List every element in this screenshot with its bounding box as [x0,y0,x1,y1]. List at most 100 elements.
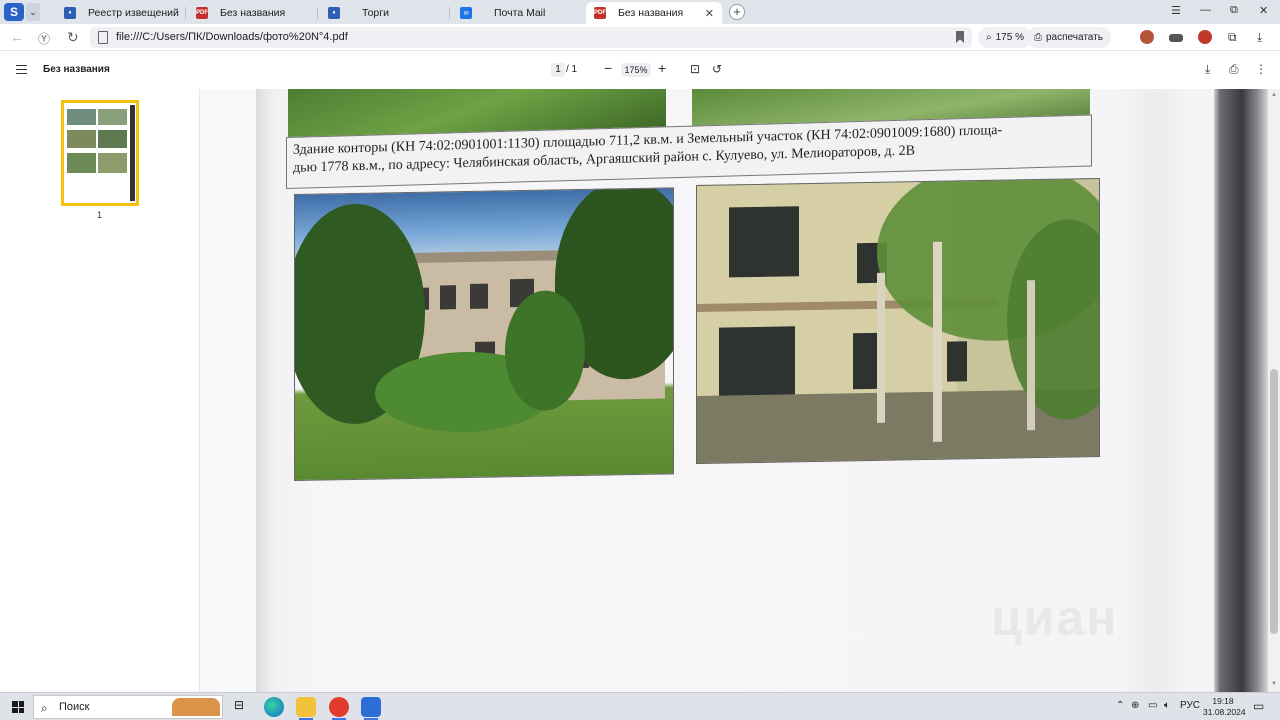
thumbnail-edge [130,105,135,201]
pdf-toolbar: Без названия 1 / 1 − 175% + ⊡ ↺ ⤓ ⎙ ⋮ [0,51,1280,89]
tab-pdf-active[interactable]: PDF Без названия ✕ [586,2,722,24]
page-thumbnail[interactable] [61,100,139,206]
search-label: Поиск [59,701,90,713]
zoom-indicator[interactable]: ⌕ 175 % [978,27,1032,48]
bookmark-icon[interactable] [956,31,964,43]
thumbnail-photo [98,130,127,148]
file-explorer-icon[interactable] [296,697,316,720]
thumbnail-photo [98,109,127,125]
clock-date: 31.08.2024 [1203,707,1246,717]
tab-pdf-1[interactable]: PDF Без названия [188,2,318,24]
fit-page-icon[interactable]: ⊡ [690,62,700,76]
cian-watermark: циан [991,590,1119,646]
tab-label: Реестр извещений [88,7,179,19]
print-label: распечатать [1046,32,1103,43]
volume-icon[interactable]: 🔈︎ [1164,700,1170,711]
windows-taskbar: ⌕ Поиск ⊟ ⌃ ⊕ ▭ 🔈︎ РУС 19:18 31.08.2024 … [0,692,1280,720]
extension-icon[interactable] [1169,34,1183,42]
close-tab-icon[interactable]: ✕ [705,7,714,20]
binding-shadow [1214,89,1268,692]
zoom-out-icon[interactable]: − [604,60,612,76]
menu-icon[interactable]: ☰ [1171,4,1181,17]
task-view-icon[interactable]: ⊟ [234,698,244,712]
thumbnail-photo [67,153,96,173]
url-field[interactable]: file:///C:/Users/ПК/Downloads/фото%20N°4… [90,27,972,48]
pdf-icon: PDF [594,7,606,19]
tray-app-icon[interactable]: ⊕ [1131,700,1139,711]
reload-icon[interactable]: ↻ [67,29,79,46]
url-text: file:///C:/Users/ПК/Downloads/фото%20N°4… [116,31,348,43]
scrollbar-thumb[interactable] [1270,369,1278,634]
windows-start-icon[interactable] [12,701,24,713]
scroll-down-icon[interactable]: ▼ [1271,681,1277,687]
thumbnail-photo [67,109,96,125]
printer-icon: ⎙ [1034,32,1042,43]
restore-icon[interactable]: ⧉ [1230,4,1238,17]
download-icon[interactable]: ⤓ [1205,62,1210,77]
scroll-up-icon[interactable]: ▲ [1271,92,1277,98]
tray-overflow-icon[interactable]: ⌃ [1116,700,1124,711]
scanned-page: Здание конторы (КН 74:02:0901001:1130) п… [256,89,1268,692]
yandex-browser-icon[interactable] [329,697,349,720]
thumbnail-sidebar: 1 [0,89,200,692]
photo-building-right-art [697,178,1100,464]
zoom-in-icon[interactable]: + [658,60,666,76]
tab-mail[interactable]: ✉ Почта Mail [452,2,582,24]
extension-icon[interactable] [1140,30,1154,44]
edge-browser-icon[interactable] [264,697,284,717]
page-total: / 1 [566,64,578,75]
tab-separator [317,7,318,19]
tab-label: Без названия [220,7,286,19]
tab-separator [185,7,186,19]
more-options-icon[interactable]: ⋮ [1255,62,1267,76]
page-number-input[interactable]: 1 [551,63,565,77]
browser-profile-button[interactable]: S [4,3,24,21]
minimize-icon[interactable]: — [1200,4,1211,16]
tab-strip: S ⌄ ♦ Реестр извещений PDF Без названия … [0,0,1280,24]
clock-time: 19:18 [1212,696,1234,706]
tab-torgi[interactable]: ♦ Торги [320,2,450,24]
tab-label: Торги [362,7,389,19]
magnifier-icon: ⌕ [986,32,992,43]
taskbar-search-box[interactable]: ⌕ Поиск [33,695,223,719]
thumbnail-photo [98,153,127,173]
address-bar-row: ← Ⓨ ↻ file:///C:/Users/ПК/Downloads/фото… [0,24,1280,51]
back-arrow-icon[interactable]: ← [10,29,24,45]
file-icon [98,31,108,44]
photo-building-left [294,187,674,481]
network-icon[interactable]: ▭ [1148,700,1157,711]
system-clock[interactable]: 19:18 31.08.2024 [1203,696,1246,718]
tab-label: Почта Mail [494,7,546,19]
thumbnail-page-number: 1 [97,210,103,220]
download-icon[interactable]: ⤓ [1257,30,1262,45]
search-icon: ⌕ [41,701,48,715]
tab-separator [449,7,450,19]
print-button[interactable]: ⎙ распечатать [1026,27,1111,48]
rotate-icon[interactable]: ↺ [712,62,722,76]
mail-icon: ✉ [460,7,472,19]
zoom-input[interactable]: 175% [621,63,651,77]
vertical-scrollbar[interactable]: ▲ ▼ [1268,89,1280,692]
tab-label: Без названия [618,7,684,19]
print-icon[interactable]: ⎙ [1229,62,1239,77]
document-title: Без названия [43,64,110,75]
gov-icon: ♦ [328,7,340,19]
thumbnail-photo [67,130,96,148]
tab-list-dropdown[interactable]: ⌄ [26,3,40,21]
photo-building-right [696,177,1100,464]
language-indicator[interactable]: РУС [1180,700,1200,711]
search-highlight-image [172,698,220,716]
close-window-icon[interactable]: ✕ [1259,4,1268,17]
pdf-viewer[interactable]: Здание конторы (КН 74:02:0901001:1130) п… [200,89,1268,692]
gov-icon: ♦ [64,7,76,19]
yandex-logo-icon[interactable]: Ⓨ [38,30,50,47]
collections-icon[interactable]: ⧉ [1228,30,1237,45]
photo-building-left-art [295,188,674,433]
zoom-value: 175 % [995,32,1024,43]
extension-icon[interactable] [1198,30,1212,44]
new-tab-button[interactable]: + [729,4,745,20]
notifications-icon[interactable]: ▭ [1253,699,1264,713]
document-app-icon[interactable] [361,697,381,720]
sidebar-menu-icon[interactable] [16,65,27,74]
tab-registry[interactable]: ♦ Реестр извещений [56,2,186,24]
